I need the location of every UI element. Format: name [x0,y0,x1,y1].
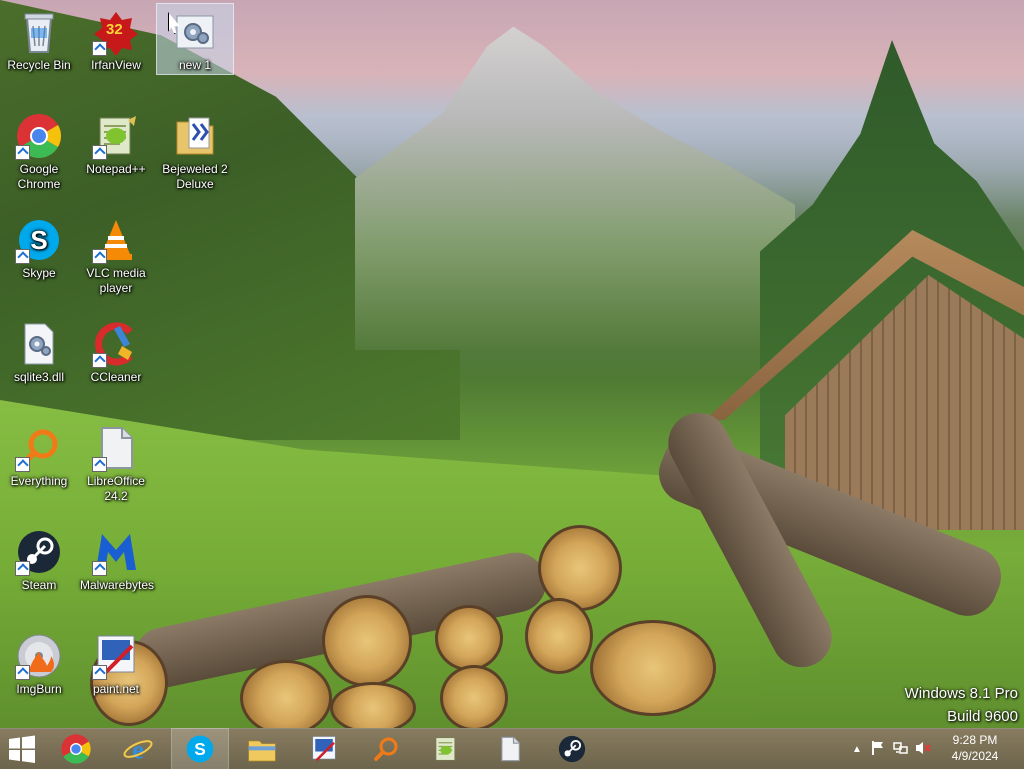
system-clock[interactable]: 9:28 PM 4/9/2024 [940,732,1010,764]
desktop-icon-label: Google Chrome [17,162,61,191]
desktop-icon-chrome[interactable]: Google Chrome [1,108,77,204]
notification-area: ▲ [850,729,932,769]
taskbar-paintnet[interactable] [296,729,352,769]
clock-time: 9:28 PM [952,733,998,747]
shortcut-arrow-icon [15,665,30,680]
desktop-icon-malwarebytes[interactable]: Malwarebytes [78,524,154,620]
clock-date: 4/9/2024 [951,749,999,763]
irfanview-icon: 32 [92,8,140,56]
desktop-icon-label: VLC media player [86,266,146,295]
desktop-icon-label: ImgBurn [16,682,62,696]
windows-version-watermark: Windows 8.1 Pro [904,685,1018,702]
shortcut-arrow-icon [92,145,107,160]
irfanview-badge: 32 [106,21,123,38]
action-center-flag-icon[interactable] [870,740,886,759]
steam-icon [15,528,63,576]
desktop-icon-label: IrfanView [91,58,141,72]
desktop-icon-label: Notepad++ [86,162,146,176]
shortcut-arrow-icon [15,145,30,160]
desktop-icon-label: Malwarebytes [80,578,155,592]
chrome-icon [15,112,63,160]
everything-search-icon [15,424,63,472]
everything-search-icon [374,737,398,761]
taskbar-steam[interactable] [544,729,600,769]
desktop-icon-imgburn[interactable]: ImgBurn [1,628,77,724]
desktop-icon-label: Bejeweled 2 Deluxe [162,162,228,191]
desktop[interactable]: Recycle Bin 32 IrfanView new 1 Google Ch… [0,0,1024,728]
windows-logo-icon [9,735,35,763]
desktop-icon-label: Skype [22,266,56,280]
shortcut-arrow-icon [92,665,107,680]
desktop-icon-label: Recycle Bin [7,58,71,72]
windows-build-watermark: Build 9600 [947,708,1018,725]
show-hidden-icons-icon[interactable]: ▲ [850,744,864,755]
skype-icon: S [15,216,63,264]
taskbar: e S ▲ 9:28 PM 4/9/2024 [0,728,1024,769]
desktop-icon-label: CCleaner [90,370,142,384]
desktop-icon-label: Everything [10,474,68,488]
start-button[interactable] [0,729,44,769]
desktop-icon-libreoffice[interactable]: LibreOffice 24.2 [78,420,154,516]
shortcut-arrow-icon [92,41,107,56]
shortcut-arrow-icon [92,353,107,368]
desktop-icon-skype[interactable]: S Skype [1,212,77,308]
desktop-icon-irfanview[interactable]: 32 IrfanView [78,4,154,100]
ccleaner-icon [92,320,140,368]
taskbar-everything[interactable] [358,729,414,769]
shortcut-arrow-icon [92,561,107,576]
network-icon[interactable] [892,740,908,759]
settings-file-icon [171,8,219,56]
shortcut-arrow-icon [92,457,107,472]
vlc-icon [92,216,140,264]
svg-text:S: S [30,225,47,255]
taskbar-libreoffice[interactable] [482,729,538,769]
taskbar-file-explorer[interactable] [234,729,290,769]
internet-explorer-icon: e [123,734,153,764]
taskbar-chrome[interactable] [48,729,104,769]
notepadpp-icon [435,737,456,761]
desktop-icon-label: paint.net [92,682,140,696]
taskbar-notepadpp[interactable] [418,729,474,769]
shortcut-arrow-icon [92,249,107,264]
desktop-icon-everything[interactable]: Everything [1,420,77,516]
taskbar-ie[interactable]: e [110,729,166,769]
taskbar-skype[interactable]: S [171,728,229,769]
desktop-icon-label: new 1 [178,58,212,72]
paintnet-icon [92,632,140,680]
desktop-icon-paintnet[interactable]: paint.net [78,628,154,724]
desktop-icon-bejeweled[interactable]: Bejeweled 2 Deluxe [157,108,233,204]
folder-icon [248,740,276,762]
skype-icon: S [186,735,214,763]
desktop-icon-notepadpp[interactable]: Notepad++ [78,108,154,204]
desktop-icon-vlc[interactable]: VLC media player [78,212,154,308]
chrome-icon [61,734,91,764]
shortcut-arrow-icon [15,249,30,264]
svg-text:e: e [132,734,144,764]
desktop-icon-recycle-bin[interactable]: Recycle Bin [1,4,77,100]
desktop-icon-label: sqlite3.dll [13,370,65,384]
imgburn-icon [15,632,63,680]
desktop-icon-sqlite[interactable]: sqlite3.dll [1,316,77,412]
desktop-icon-ccleaner[interactable]: CCleaner [78,316,154,412]
desktop-icon-label: Steam [21,578,57,592]
libreoffice-icon [501,736,520,762]
shortcut-arrow-icon [15,561,30,576]
paintnet-icon [312,736,336,762]
desktop-icon-label: LibreOffice 24.2 [87,474,145,503]
notepadpp-icon [92,112,140,160]
wallpaper-log-pile [90,402,1024,728]
steam-icon [558,735,586,763]
shortcut-arrow-icon [15,457,30,472]
recycle-bin-icon [15,8,63,56]
volume-muted-icon[interactable] [914,740,932,759]
desktop-icon-steam[interactable]: Steam [1,524,77,620]
libreoffice-icon [92,424,140,472]
malwarebytes-icon [92,528,140,576]
folder-icon [171,112,219,160]
dll-file-icon [15,320,63,368]
svg-text:S: S [194,739,206,759]
